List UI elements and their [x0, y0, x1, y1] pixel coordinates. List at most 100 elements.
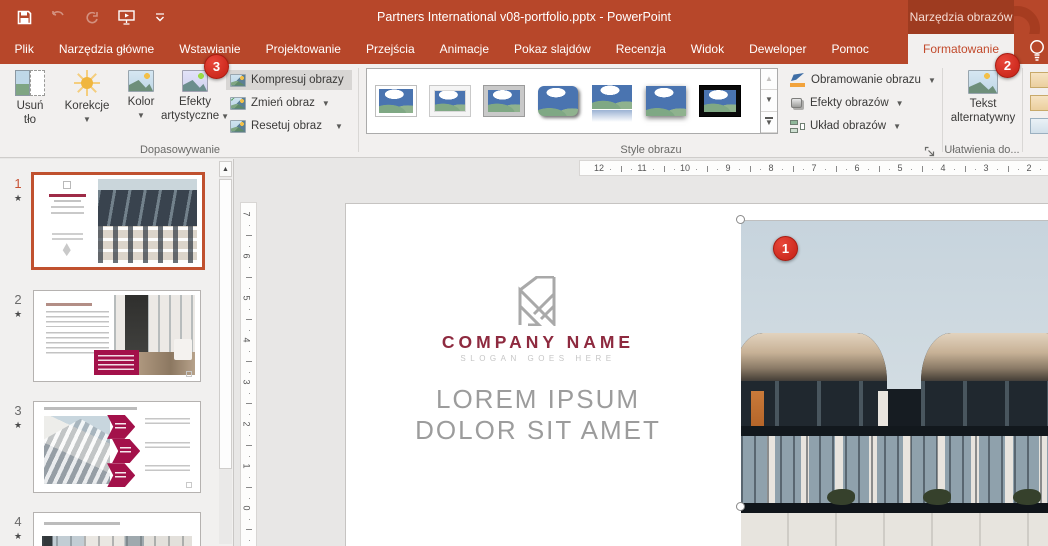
h-ruler-tick — [922, 166, 923, 172]
annotation-badge-1: 1 — [773, 236, 798, 261]
remove-background-button[interactable]: Usuń tło — [6, 66, 54, 140]
picture-style-preview — [430, 86, 470, 116]
customize-quick-access-icon[interactable] — [150, 7, 170, 27]
selection-handle-middle-left[interactable] — [736, 502, 745, 511]
compress-pictures-button[interactable]: Kompresuj obrazy — [226, 70, 352, 90]
scrollbar-thumb[interactable] — [219, 179, 232, 469]
send-backward-icon[interactable] — [1030, 95, 1048, 111]
tab-pomoc[interactable]: Pomoc — [819, 34, 881, 64]
company-name-text[interactable]: COMPANY NAME — [388, 332, 688, 353]
slide-meta-4: 4★ — [6, 514, 30, 542]
v-ruler-dot — [249, 267, 250, 268]
color-button[interactable]: Kolor ▼ — [118, 66, 164, 140]
annotation-badge-2: 2 — [995, 53, 1020, 78]
picture-style-rounded-corner-shadow[interactable] — [534, 73, 582, 129]
h-ruler-dot — [696, 169, 697, 170]
slogan-text[interactable]: SLOGAN GOES HERE — [388, 354, 688, 363]
slide-meta-3: 3★ — [6, 403, 30, 431]
picture-building-ledge — [741, 503, 1048, 513]
picture-style-thick-black-frame[interactable] — [696, 73, 744, 129]
save-icon[interactable] — [14, 7, 34, 27]
start-slideshow-icon[interactable] — [116, 7, 136, 27]
button-label: Efekty obrazów — [810, 97, 889, 109]
h-ruler-dot — [997, 169, 998, 170]
picture-layout-button[interactable]: Układ obrazów ▼ — [786, 116, 936, 136]
tab-pokaz-slajdów[interactable]: Pokaz slajdów — [502, 34, 604, 64]
h-ruler-number: 3 — [983, 163, 988, 173]
corrections-button[interactable]: Korekcje ▼ — [58, 66, 116, 140]
h-ruler-number: 7 — [811, 163, 816, 173]
chevron-down-icon[interactable]: ▼ — [761, 90, 777, 111]
tab-plik[interactable]: Plik — [2, 34, 46, 64]
animation-star-icon: ★ — [6, 531, 30, 542]
tab-projektowanie[interactable]: Projektowanie — [253, 34, 353, 64]
h-ruler-number: 8 — [768, 163, 773, 173]
v-ruler-tick — [246, 487, 252, 488]
h-ruler-dot — [889, 169, 890, 170]
tab-deweloper[interactable]: Deweloper — [737, 34, 819, 64]
selection-handle-top-left[interactable] — [736, 215, 745, 224]
v-ruler-dot — [249, 309, 250, 310]
group-separator — [942, 68, 943, 152]
v-ruler-tick — [246, 235, 252, 236]
change-picture-button[interactable]: ⟳ Zmień obraz ▼ — [226, 93, 352, 113]
v-ruler-number: 7 — [242, 211, 252, 216]
v-ruler-number: 0 — [242, 505, 252, 510]
artistic-effects-icon — [182, 70, 208, 92]
slide-editing-surface[interactable]: COMPANY NAME SLOGAN GOES HERE LOREM IPSU… — [345, 203, 1048, 546]
slide-title-line2[interactable]: DOLOR SIT AMET — [358, 415, 718, 446]
picture-style-metal-frame[interactable] — [480, 73, 528, 129]
v-ruler-dot — [249, 351, 250, 352]
h-ruler-dot — [739, 169, 740, 170]
h-ruler-number: 4 — [940, 163, 945, 173]
bring-forward-icon[interactable] — [1030, 72, 1048, 88]
tab-narzędzia-główne[interactable]: Narzędzia główne — [46, 34, 166, 64]
h-ruler-dot — [954, 169, 955, 170]
slide-thumbnail-4[interactable] — [33, 512, 201, 546]
chevron-down-icon: ▼ — [322, 99, 330, 108]
scroll-up-icon[interactable]: ▲ — [219, 161, 232, 177]
h-ruler-number: 11 — [637, 163, 646, 173]
v-ruler-dot — [249, 225, 250, 226]
slide-thumbnail-1[interactable] — [31, 172, 205, 270]
picture-border-button[interactable]: Obramowanie obrazu ▼ — [786, 70, 936, 90]
h-ruler-dot — [631, 169, 632, 170]
selection-pane-icon[interactable] — [1030, 118, 1048, 134]
slide-title-line1[interactable]: LOREM IPSUM — [358, 384, 718, 415]
picture-effects-button[interactable]: Efekty obrazów ▼ — [786, 93, 936, 113]
ribbon-tab-row: PlikNarzędzia główneWstawianieProjektowa… — [0, 34, 1048, 64]
slide-thumbnail-panel: ▲ 1★2★3★4★ — [0, 159, 234, 546]
contextual-tab-header: Narzędzia obrazów — [908, 0, 1014, 34]
picture-style-reflection[interactable] — [588, 73, 636, 129]
plant — [1013, 489, 1041, 505]
h-ruler-tick — [793, 166, 794, 172]
selected-picture[interactable] — [741, 220, 1048, 546]
tab-widok[interactable]: Widok — [678, 34, 736, 64]
v-ruler-number: 4 — [242, 337, 252, 342]
undo-icon[interactable] — [48, 7, 68, 27]
picture-effects-icon — [790, 97, 805, 110]
tab-animacje[interactable]: Animacje — [427, 34, 501, 64]
button-label: Kolor — [128, 96, 155, 110]
gallery-more-icon[interactable]: ▼ — [761, 112, 777, 133]
h-ruler-tick — [750, 166, 751, 172]
button-label: artystyczne▼ — [161, 110, 229, 124]
picture-style-simple-white-frame[interactable] — [372, 73, 420, 129]
dialog-launcher-icon[interactable] — [924, 144, 936, 156]
v-ruler-tick — [246, 361, 252, 362]
tab-recenzja[interactable]: Recenzja — [603, 34, 678, 64]
reset-picture-button[interactable]: ↩ Resetuj obraz ▼ — [226, 116, 352, 136]
thumbnail-scrollbar[interactable]: ▲ — [219, 161, 232, 544]
h-ruler-dot — [1040, 169, 1041, 170]
tab-przejścia[interactable]: Przejścia — [353, 34, 427, 64]
horizontal-ruler: 1211109876543210123 — [579, 160, 1048, 176]
lightbulb-icon[interactable] — [1028, 38, 1048, 62]
slide-thumbnail-2[interactable] — [33, 290, 201, 382]
chevron-up-icon[interactable]: ▲ — [761, 69, 777, 90]
slide-thumbnail-3[interactable] — [33, 401, 201, 493]
picture-style-beveled-white-frame[interactable] — [426, 73, 474, 129]
picture-style-center-shadow[interactable] — [642, 73, 690, 129]
v-ruler-tick — [246, 403, 252, 404]
color-picture-icon — [128, 70, 154, 92]
redo-icon[interactable] — [82, 7, 102, 27]
